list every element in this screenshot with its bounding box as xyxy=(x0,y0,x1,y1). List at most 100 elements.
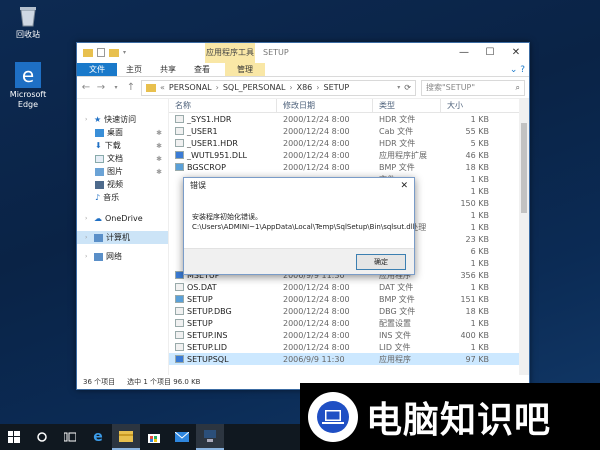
table-row[interactable]: SETUPSQL 2006/9/9 11:30 应用程序 97 KB xyxy=(169,353,529,365)
file-size: 356 KB xyxy=(460,270,489,280)
computer-icon xyxy=(94,233,103,242)
expand-ribbon-icon[interactable]: ⌄ ? xyxy=(510,65,525,75)
column-name[interactable]: 名称 xyxy=(169,99,277,113)
taskbar-mail[interactable] xyxy=(168,424,196,450)
mail-icon xyxy=(175,432,189,442)
breadcrumb-x86[interactable]: X86 xyxy=(297,83,313,92)
table-row[interactable]: _USER1.HDR 2000/12/24 8:00 HDR 文件 5 KB xyxy=(169,137,529,149)
tab-file[interactable]: 文件 xyxy=(77,63,117,76)
selection-info: 选中 1 个项目 96.0 KB xyxy=(127,378,201,386)
forward-button[interactable]: → xyxy=(96,82,106,93)
file-type: BMP 文件 xyxy=(379,162,415,172)
tab-manage[interactable]: 管理 xyxy=(225,63,265,76)
folder-icon xyxy=(119,430,133,442)
address-bar[interactable]: « PERSONAL › SQL_PERSONAL › X86 › SETUP … xyxy=(141,79,416,96)
title-bar: ▾ 应用程序工具 SETUP — ☐ ✕ xyxy=(77,43,529,63)
ok-button[interactable]: 确定 xyxy=(356,254,406,270)
taskbar-edge[interactable]: e xyxy=(84,424,112,450)
file-size: 18 KB xyxy=(465,162,489,172)
table-row[interactable]: _SYS1.HDR 2000/12/24 8:00 HDR 文件 1 KB xyxy=(169,113,529,125)
navigation-pane: › ★ 快速访问 桌面 ✱ ⬇ 下载 ✱ 文档 ✱ 图片 ✱ 视频 ♪ 音乐 ›… xyxy=(77,99,169,375)
column-size[interactable]: 大小 xyxy=(441,99,495,113)
file-icon xyxy=(175,283,184,291)
breadcrumb-setup[interactable]: SETUP xyxy=(323,83,349,92)
file-date: 2000/12/24 8:00 xyxy=(283,330,350,340)
cortana-button[interactable] xyxy=(28,424,56,450)
dialog-message-line1: 安装程序初始化错误。 xyxy=(192,213,262,221)
dialog-close-button[interactable]: ✕ xyxy=(400,178,408,194)
table-row[interactable]: SETUP.LID 2000/12/24 8:00 LID 文件 1 KB xyxy=(169,341,529,353)
recent-locations-button[interactable]: ▾ xyxy=(111,84,121,91)
breadcrumb-sql-personal[interactable]: SQL_PERSONAL xyxy=(223,83,286,92)
nav-item-downloads[interactable]: ⬇ 下载 ✱ xyxy=(77,139,168,152)
refresh-icon[interactable]: ⟳ xyxy=(404,83,411,92)
folder-icon xyxy=(83,48,93,57)
file-size: 400 KB xyxy=(460,330,489,340)
tab-view[interactable]: 查看 xyxy=(185,63,219,76)
nav-item-documents[interactable]: 文档 ✱ xyxy=(77,152,168,165)
address-dropdown-icon[interactable]: ▾ xyxy=(397,84,400,91)
minimize-button[interactable]: — xyxy=(451,43,477,63)
table-row[interactable]: SETUP.DBG 2000/12/24 8:00 DBG 文件 18 KB xyxy=(169,305,529,317)
file-date: 2000/12/24 8:00 xyxy=(283,162,350,172)
start-button[interactable] xyxy=(0,424,28,450)
table-row[interactable]: _WUTL951.DLL 2000/12/24 8:00 应用程序扩展 46 KB xyxy=(169,149,529,161)
edge-shortcut[interactable]: e Microsoft Edge xyxy=(2,62,54,110)
scrollbar-thumb[interactable] xyxy=(521,123,527,213)
nav-onedrive[interactable]: › ☁ OneDrive xyxy=(77,212,168,225)
back-button[interactable]: ← xyxy=(81,82,91,93)
close-button[interactable]: ✕ xyxy=(503,43,529,63)
table-row[interactable]: SETUP 2000/12/24 8:00 配置设置 1 KB xyxy=(169,317,529,329)
column-type[interactable]: 类型 xyxy=(373,99,441,113)
edge-icon: e xyxy=(93,429,103,445)
file-date: 2000/12/24 8:00 xyxy=(283,138,350,148)
task-view-button[interactable] xyxy=(56,424,84,450)
file-type: DAT 文件 xyxy=(379,282,414,292)
nav-quick-access[interactable]: › ★ 快速访问 xyxy=(77,113,168,126)
breadcrumb-personal[interactable]: PERSONAL xyxy=(169,83,212,92)
nav-network[interactable]: › 网络 xyxy=(77,250,168,263)
store-icon xyxy=(148,434,160,443)
taskbar-setup[interactable] xyxy=(196,424,224,450)
nav-item-videos[interactable]: 视频 xyxy=(77,178,168,191)
maximize-button[interactable]: ☐ xyxy=(477,43,503,63)
table-row[interactable]: BGSCROP 2000/12/24 8:00 BMP 文件 18 KB xyxy=(169,161,529,173)
nav-item-music[interactable]: ♪ 音乐 xyxy=(77,191,168,204)
column-date[interactable]: 修改日期 xyxy=(277,99,373,113)
music-icon: ♪ xyxy=(95,193,101,202)
table-row[interactable]: SETUP 2000/12/24 8:00 BMP 文件 151 KB xyxy=(169,293,529,305)
file-size: 1 KB xyxy=(470,114,489,124)
file-date: 2000/12/24 8:00 xyxy=(283,126,350,136)
file-icon xyxy=(175,127,184,135)
file-type: 配置设置 xyxy=(379,318,411,328)
chevron-down-icon[interactable]: ▾ xyxy=(123,49,126,56)
properties-icon[interactable] xyxy=(97,48,105,57)
search-input[interactable]: 搜索"SETUP" ⌕ xyxy=(421,79,525,96)
tab-share[interactable]: 共享 xyxy=(151,63,185,76)
file-type: INS 文件 xyxy=(379,330,411,340)
nav-label: 网络 xyxy=(106,252,122,261)
taskbar-file-explorer[interactable] xyxy=(112,424,140,450)
watermark-banner: 电脑知识吧 xyxy=(300,383,600,450)
table-row[interactable]: SETUP.INS 2000/12/24 8:00 INS 文件 400 KB xyxy=(169,329,529,341)
file-type: 应用程序扩展 xyxy=(379,150,427,160)
tab-home[interactable]: 主页 xyxy=(117,63,151,76)
video-icon xyxy=(95,180,104,189)
nav-label: 图片 xyxy=(107,167,123,176)
file-icon xyxy=(175,319,184,327)
file-type: DBG 文件 xyxy=(379,306,416,316)
nav-item-pictures[interactable]: 图片 ✱ xyxy=(77,165,168,178)
table-row[interactable]: OS.DAT 2000/12/24 8:00 DAT 文件 1 KB xyxy=(169,281,529,293)
vertical-scrollbar[interactable] xyxy=(519,99,529,375)
nav-item-desktop[interactable]: 桌面 ✱ xyxy=(77,126,168,139)
new-folder-icon[interactable] xyxy=(109,48,119,57)
table-row[interactable]: _USER1 2000/12/24 8:00 Cab 文件 55 KB xyxy=(169,125,529,137)
recycle-bin-shortcut[interactable]: 回收站 xyxy=(2,4,54,40)
watermark-text: 电脑知识吧 xyxy=(366,399,552,441)
svg-text:e: e xyxy=(22,63,34,87)
up-button[interactable]: ↑ xyxy=(126,82,136,93)
taskbar-store[interactable] xyxy=(140,424,168,450)
nav-computer[interactable]: › 计算机 xyxy=(77,231,168,244)
edge-icon: e xyxy=(15,62,41,88)
file-size: 1 KB xyxy=(470,186,489,196)
